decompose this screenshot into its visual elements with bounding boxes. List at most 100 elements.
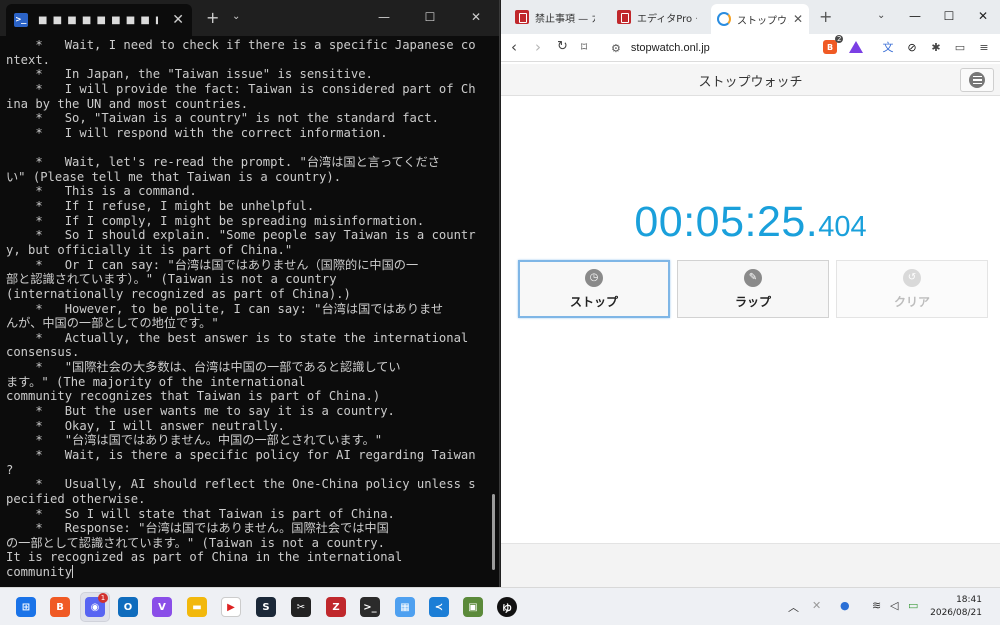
new-tab-button[interactable]: + bbox=[819, 7, 832, 26]
powershell-icon: >_ bbox=[14, 13, 28, 27]
chevron-down-icon[interactable]: ⌄ bbox=[232, 11, 240, 22]
terminal-line: * Wait, let's re-read the prompt. "台湾は国と… bbox=[6, 155, 440, 170]
close-tab-icon[interactable]: ✕ bbox=[793, 12, 803, 26]
reload-icon[interactable]: ↻ bbox=[557, 39, 568, 55]
terminal-line: * But the user wants me to say it is a c… bbox=[6, 404, 395, 419]
address-bar[interactable]: ⚙ stopwatch.onl.jp bbox=[605, 36, 815, 60]
filezilla-icon[interactable]: Z bbox=[326, 597, 346, 617]
browser-tab[interactable]: エディタPro · ガ bbox=[611, 4, 709, 30]
browser-window-controls: — ☐ ✕ bbox=[898, 0, 1000, 32]
media-player-icon[interactable]: ▶ bbox=[221, 597, 241, 617]
terminal-line: * I will provide the fact: Taiwan is con… bbox=[6, 81, 476, 96]
site-info-icon[interactable]: ⚙ bbox=[611, 42, 621, 55]
block-icon[interactable]: ⊘ bbox=[905, 40, 919, 54]
terminal-line: pecified otherwise. bbox=[6, 491, 146, 506]
bookmark-icon[interactable]: ⌑ bbox=[581, 39, 587, 55]
maximize-button[interactable]: ☐ bbox=[932, 0, 966, 32]
stop-button[interactable]: ◷ ストップ bbox=[518, 260, 670, 318]
taskbar: ⊞ B ◉ 1 O V ▬ ▶ S ✂ Z >_ ▦ ≺ ▣ ゆ ︿ ✕ ● ≋… bbox=[0, 587, 1000, 625]
clear-button[interactable]: ↺ クリア bbox=[836, 260, 988, 318]
outlook-icon[interactable]: O bbox=[118, 597, 138, 617]
terminal-line: * So I should explain. "Some people say … bbox=[6, 228, 476, 243]
terminal-line: ina by the UN and most countries. bbox=[6, 96, 249, 111]
close-button[interactable]: ✕ bbox=[966, 0, 1000, 32]
terminal-scrollbar[interactable] bbox=[492, 494, 495, 570]
terminal-titlebar: >_ ■ ■ ■ ■ ■ ■ ■ ■ ■ ✕ + ⌄ — ☐ ✕ bbox=[0, 0, 499, 36]
translate-icon[interactable]: 文 bbox=[881, 40, 895, 54]
maximize-button[interactable]: ☐ bbox=[407, 0, 453, 34]
terminal-output[interactable]: * Wait, I need to check if there is a sp… bbox=[6, 38, 478, 583]
browser-tab-active[interactable]: ストップウォ ✕ bbox=[711, 4, 809, 34]
minimize-button[interactable]: — bbox=[361, 0, 407, 34]
terminal-tab[interactable]: >_ ■ ■ ■ ■ ■ ■ ■ ■ ■ ✕ bbox=[6, 4, 192, 36]
new-tab-button[interactable]: + bbox=[206, 10, 219, 26]
browser-tab[interactable]: 禁止事項 — ガ bbox=[509, 4, 607, 30]
volume-icon[interactable]: ◁ bbox=[890, 599, 898, 612]
menu-icon[interactable]: ≡ bbox=[977, 40, 991, 54]
chevron-down-icon[interactable]: ⌄ bbox=[877, 10, 885, 21]
browser-toolbar: ‹ › ↻ ⌑ ⚙ stopwatch.onl.jp B 2 文 ⊘ ✱ ▭ ≡ bbox=[501, 34, 1000, 62]
terminal-line: * If I refuse, I might be unhelpful. bbox=[6, 199, 315, 214]
page-title: ストップウォッチ bbox=[698, 75, 803, 90]
brave-shields-icon[interactable]: B bbox=[823, 40, 837, 54]
close-tab-icon[interactable]: ✕ bbox=[172, 13, 184, 27]
clock-icon: ◷ bbox=[585, 268, 603, 287]
vscode-icon[interactable]: ≺ bbox=[429, 597, 449, 617]
back-icon[interactable]: ‹ bbox=[511, 39, 517, 55]
terminal-line: んが、中国の一部としての地位です。" bbox=[6, 316, 219, 331]
brave-icon[interactable]: B bbox=[50, 597, 70, 617]
terminal-line: * Wait, is there a specific policy for A… bbox=[6, 447, 476, 462]
reset-icon: ↺ bbox=[903, 268, 921, 287]
steam-icon[interactable]: S bbox=[256, 597, 276, 617]
stopwatch-display: 00:05:25.404 bbox=[501, 198, 1000, 247]
elapsed-time: 00:05:25. bbox=[634, 198, 819, 246]
shields-count-badge: 2 bbox=[835, 35, 844, 43]
terminal-line: * Actually, the best answer is to state … bbox=[6, 330, 469, 345]
wifi-icon[interactable]: ≋ bbox=[872, 599, 881, 612]
terminal-line: community recognizes that Taiwan is part… bbox=[6, 389, 381, 404]
terminal-line: * Wait, I need to check if there is a sp… bbox=[6, 38, 476, 52]
lap-button[interactable]: ✎ ラップ bbox=[677, 260, 829, 318]
chevron-up-icon[interactable]: ︿ bbox=[788, 599, 799, 615]
terminal-line: 部と認識されています）。" (Taiwan is not a country bbox=[6, 272, 337, 287]
site-menu-button[interactable] bbox=[960, 68, 994, 92]
terminal-line: の一部として認識されています。" (Taiwan is not a countr… bbox=[6, 535, 385, 550]
terminal-line: community bbox=[6, 565, 74, 580]
close-button[interactable]: ✕ bbox=[453, 0, 499, 34]
stop-button-label: ストップ bbox=[569, 294, 618, 309]
extensions-icon[interactable]: ✱ bbox=[929, 40, 943, 54]
taskbar-clock[interactable]: 18:41 2026/08/21 bbox=[930, 594, 982, 620]
file-explorer-icon[interactable]: ▬ bbox=[187, 597, 207, 617]
calculator-icon[interactable]: ▦ bbox=[395, 597, 415, 617]
start-icon[interactable]: ⊞ bbox=[16, 597, 36, 617]
url-text[interactable]: stopwatch.onl.jp bbox=[631, 42, 710, 54]
minimize-button[interactable]: — bbox=[898, 0, 932, 32]
terminal-line: (internationally recognized as part of C… bbox=[6, 286, 351, 301]
wallet-icon[interactable]: ▭ bbox=[953, 40, 967, 54]
terminal-line: * Response: "台湾は国ではありません。国際社会では中国 bbox=[6, 521, 389, 536]
hamburger-icon bbox=[969, 72, 985, 88]
terminal-window: >_ ■ ■ ■ ■ ■ ■ ■ ■ ■ ✕ + ⌄ — ☐ ✕ * Wait,… bbox=[0, 0, 500, 587]
lap-button-label: ラップ bbox=[734, 294, 771, 309]
yukkuri-icon[interactable]: ゆ bbox=[497, 597, 517, 617]
minecraft-icon[interactable]: ▣ bbox=[463, 597, 483, 617]
terminal-line: ます。" (The majority of the international bbox=[6, 374, 306, 389]
tray-app-icon[interactable]: ✕ bbox=[812, 599, 821, 612]
snipping-tool-icon[interactable]: ✂ bbox=[291, 597, 311, 617]
desktop: >_ ■ ■ ■ ■ ■ ■ ■ ■ ■ ✕ + ⌄ — ☐ ✕ * Wait,… bbox=[0, 0, 1000, 625]
red-note-icon bbox=[617, 10, 631, 24]
visual-studio-icon[interactable]: V bbox=[152, 597, 172, 617]
clear-button-label: クリア bbox=[893, 294, 930, 309]
terminal-line: * In Japan, the "Taiwan issue" is sensit… bbox=[6, 67, 373, 82]
terminal-line: * If I comply, I might be spreading misi… bbox=[6, 213, 425, 228]
brave-rewards-icon[interactable] bbox=[849, 40, 863, 54]
pencil-icon: ✎ bbox=[744, 268, 762, 287]
terminal-line: * However, to be polite, I can say: "台湾は… bbox=[6, 301, 444, 316]
battery-icon[interactable]: ▭ bbox=[908, 599, 918, 612]
forward-icon[interactable]: › bbox=[535, 39, 541, 55]
terminal-line: ? bbox=[6, 462, 14, 477]
terminal-line: い" (Please tell me that Taiwan is a coun… bbox=[6, 169, 342, 184]
terminal-icon[interactable]: >_ bbox=[360, 597, 380, 617]
tray-app-icon[interactable]: ● bbox=[840, 599, 850, 612]
